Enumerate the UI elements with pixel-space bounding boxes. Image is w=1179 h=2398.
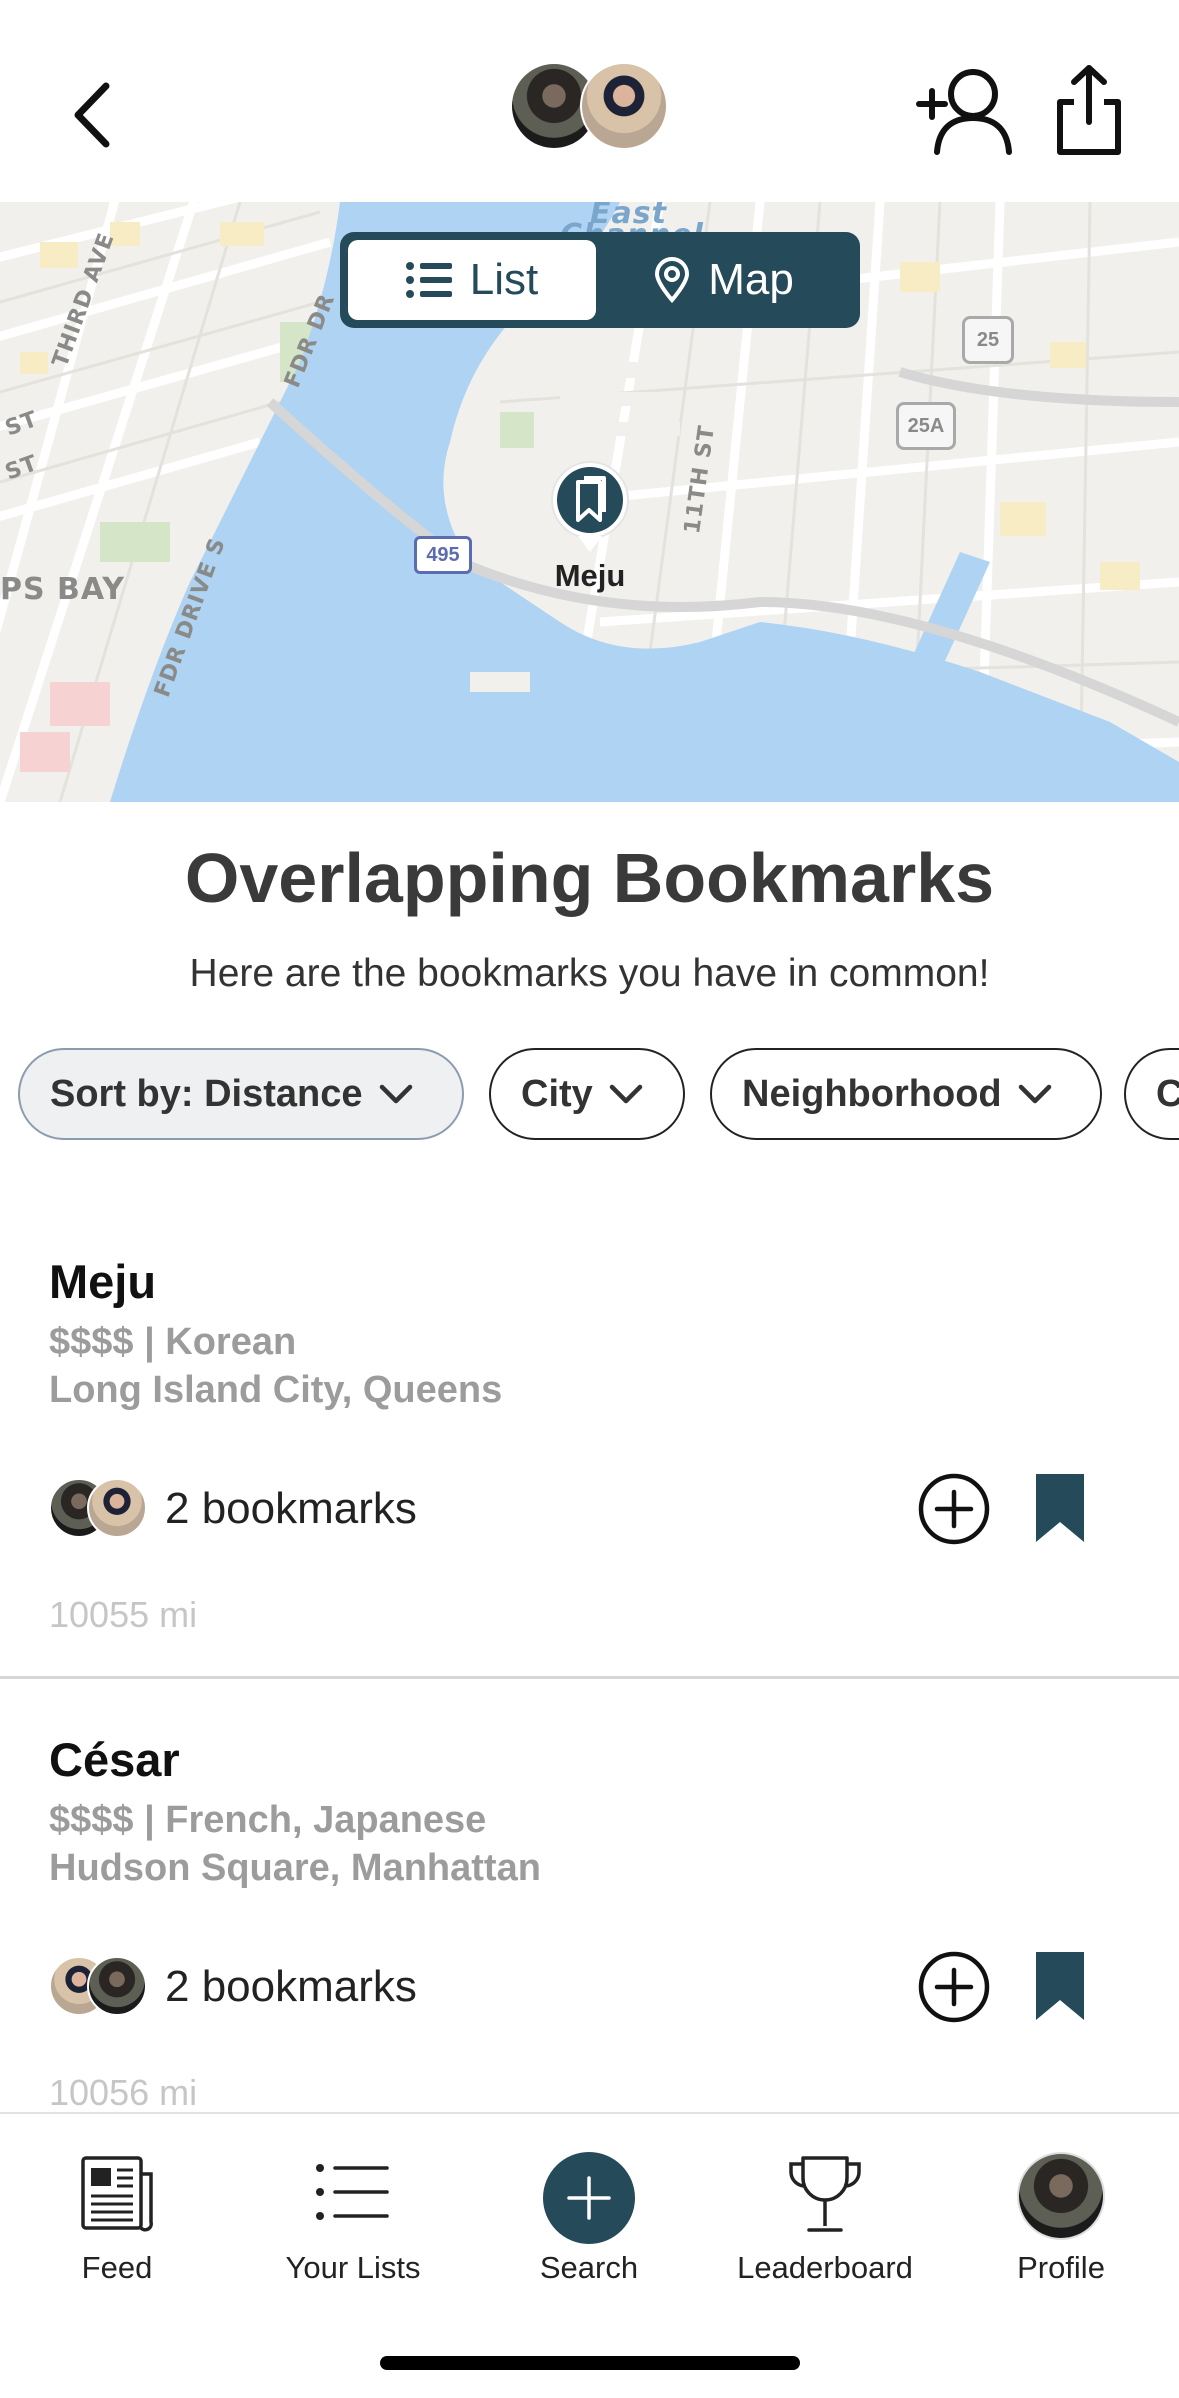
bookmarker-avatars [49,1478,147,1540]
sort-dropdown[interactable]: Sort by: Distance [18,1048,464,1140]
restaurant-location: Hudson Square, Manhattan [49,1847,541,1889]
home-indicator [380,2356,800,2370]
chevron-down-icon [1018,1084,1051,1104]
person-add-icon [916,69,1012,155]
city-filter[interactable]: City [489,1048,685,1140]
avatar [87,1956,147,2016]
tab-leaderboard-label: Leaderboard [737,2250,913,2285]
neighborhood-filter[interactable]: Neighborhood [710,1048,1102,1140]
share-button[interactable] [1052,62,1126,158]
chevron-down-icon [609,1084,643,1104]
price-cuisine: $$$$ | French, Japanese [49,1799,487,1841]
bottom-tab-bar: Feed Your Lists Search Leaderboard Profi… [0,2112,1179,2398]
shared-users-avatars[interactable] [510,62,670,154]
bookmark-button[interactable] [1034,1472,1086,1544]
cuisine-filter[interactable]: C [1124,1048,1179,1140]
map-view[interactable]: THIRD AVE FDR DR FDR DRIVE S 11TH ST PS … [0,202,1179,802]
restaurant-details: $$$$ | Korean Long Island City, Queens [49,1318,502,1414]
restaurant-map-pin[interactable] [548,460,632,556]
list-icon [405,262,452,298]
plus-icon [567,2176,611,2220]
add-to-list-button[interactable] [917,1950,991,2024]
restaurant-name: Meju [49,1255,157,1308]
plus-circle-icon [918,1473,990,1545]
back-button[interactable] [60,70,130,160]
page-subtitle: Here are the bookmarks you have in commo… [189,952,990,995]
tab-search[interactable]: Search [489,2144,689,2285]
bookmark-count: 2 bookmarks [165,1962,417,2011]
search-add-button [543,2152,635,2244]
filter-chips: Sort by: Distance City Neighborhood C [0,1048,1179,1144]
cuisine-filter-label: C [1156,1072,1179,1115]
bookmarker-avatars [49,1956,147,2018]
bookmark-pin-icon [551,461,629,552]
add-to-list-button[interactable] [917,1472,991,1546]
highway-shield-25a: 25A [896,402,956,450]
restaurant-name: César [49,1733,180,1786]
chevron-left-icon [74,82,110,148]
tab-search-label: Search [539,2250,639,2285]
restaurant-card[interactable]: César $$$$ | French, Japanese Hudson Squ… [0,1678,1179,2154]
profile-avatar [1017,2152,1105,2240]
sort-label: Sort by: Distance [50,1072,363,1115]
restaurant-details: $$$$ | French, Japanese Hudson Square, M… [49,1796,541,1892]
tab-leaderboard[interactable]: Leaderboard [725,2144,925,2285]
tab-feed-label: Feed [81,2250,153,2285]
tab-your-lists[interactable]: Your Lists [253,2144,453,2285]
page-title: Overlapping Bookmarks [184,839,995,917]
neighborhood-filter-label: Neighborhood [742,1072,1002,1115]
city-filter-label: City [521,1072,593,1115]
distance-label: 10055 mi [49,1594,198,1635]
chevron-down-icon [379,1084,412,1104]
highway-shield-495: 495 [414,536,472,574]
share-icon [1057,65,1121,155]
list-view-label: List [469,255,539,304]
tab-feed[interactable]: Feed [17,2144,217,2285]
tab-profile[interactable]: Profile [961,2144,1161,2285]
add-user-button[interactable] [915,64,1015,156]
restaurant-card[interactable]: Meju $$$$ | Korean Long Island City, Que… [0,1200,1179,1679]
list-view-tab[interactable]: List [348,240,596,320]
restaurant-location: Long Island City, Queens [49,1369,503,1411]
bookmark-summary[interactable]: 2 bookmarks [49,1476,417,1542]
map-view-label: Map [708,255,794,304]
bookmark-filled-icon [1036,1474,1084,1542]
bookmark-button[interactable] [1034,1950,1086,2022]
avatar [580,62,668,150]
bookmark-filled-icon [1036,1952,1084,2020]
trophy-icon [789,2156,861,2232]
top-nav-bar [0,0,1179,202]
distance-label: 10056 mi [49,2072,198,2113]
bookmark-summary[interactable]: 2 bookmarks [49,1954,417,2020]
map-view-tab[interactable]: Map [596,240,852,320]
map-pin-icon [655,257,690,303]
newspaper-icon [81,2156,154,2232]
bookmark-count: 2 bookmarks [165,1484,417,1533]
list-icon [316,2164,389,2220]
plus-circle-icon [918,1951,990,2023]
avatar [87,1478,147,1538]
tab-your-lists-label: Your Lists [285,2250,421,2285]
tab-profile-label: Profile [1017,2250,1105,2285]
map-label: PS BAY [0,572,125,607]
view-toggle: List Map [340,232,860,328]
price-cuisine: $$$$ | Korean [49,1321,297,1363]
map-pin-label: Meju [554,558,626,593]
highway-shield-25: 25 [962,316,1014,364]
